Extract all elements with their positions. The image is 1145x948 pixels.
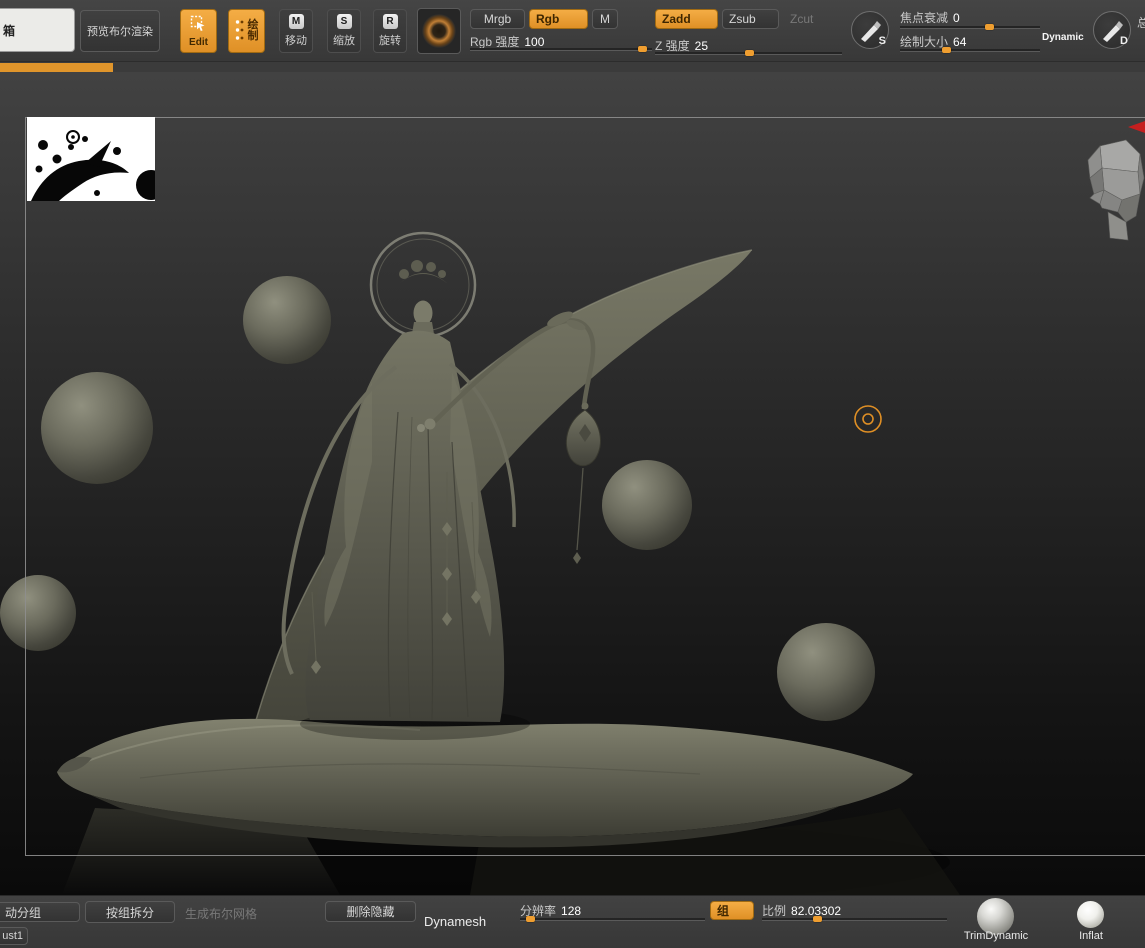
bottom-toolbar: 动分组 ust1 按组拆分 生成布尔网格 删除隐藏 Dynamesh 分辨率 12… [0, 895, 1145, 948]
preview-boolean-render-button[interactable]: 预览布尔渲染 [80, 10, 160, 52]
rotate-mode-button[interactable]: R 旋转 [373, 9, 407, 53]
rotate-icon: R [382, 14, 398, 29]
rgb-intensity-slider[interactable] [470, 46, 652, 53]
trimdynamic-brush-label[interactable]: TrimDynamic [958, 930, 1034, 942]
zcut-toggle-disabled: Zcut [790, 12, 814, 26]
mrgb-toggle[interactable]: Mrgb [470, 9, 525, 29]
z-intensity-slider-handle[interactable] [745, 50, 754, 56]
brush-alpha-ring-icon [422, 14, 456, 48]
zsub-toggle[interactable]: Zsub [722, 9, 779, 29]
move-icon: M [288, 14, 304, 29]
focal-shift-slider[interactable] [900, 24, 1040, 31]
auto-groups-button[interactable]: 动分组 [0, 902, 80, 922]
dynamesh-button[interactable]: Dynamesh [424, 914, 486, 929]
sculpt-scene [0, 72, 1145, 904]
scale-mode-button[interactable]: S 缩放 [327, 9, 361, 53]
draw-mode-button[interactable]: 绘 制 [228, 9, 265, 53]
viewport-canvas[interactable] [0, 72, 1145, 904]
draw-size-slider[interactable] [900, 47, 1040, 54]
ratio-slider[interactable] [762, 916, 947, 923]
draw-dots-icon [235, 18, 244, 45]
top-toolbar: 箱 预览布尔渲染 Edit 绘 制 M 移动 S 缩放 R 旋转 Mrgb Rg… [0, 0, 1145, 62]
inflat-brush-label[interactable]: Inflat [1069, 930, 1113, 942]
delete-hidden-button[interactable]: 删除隐藏 [325, 901, 416, 922]
progress-bar [0, 63, 113, 72]
depth-picker-button[interactable]: D [1093, 11, 1131, 49]
lightbox-button[interactable]: 箱 [0, 8, 75, 52]
red-arrow-marker [1128, 120, 1145, 138]
stroke-picker-button[interactable]: S [851, 11, 889, 49]
alpha-stroke-thumbnail[interactable] [27, 117, 166, 206]
group-toggle[interactable]: 组 [710, 901, 754, 920]
clipped-right-control[interactable]: 总 [1137, 14, 1145, 31]
rgb-intensity-slider-handle[interactable] [638, 46, 647, 52]
current-brush-thumbnail[interactable] [417, 8, 461, 54]
generate-boolean-mesh-disabled: 生成布尔网格 [185, 907, 258, 921]
draw-size-slider-handle[interactable] [942, 47, 951, 53]
move-mode-button[interactable]: M 移动 [279, 9, 313, 53]
dynamic-mode-label[interactable]: Dynamic [1042, 32, 1084, 43]
edit-button[interactable]: Edit [180, 9, 217, 53]
z-intensity-slider[interactable] [655, 50, 842, 57]
focal-shift-slider-handle[interactable] [985, 24, 994, 30]
polymesh-head-thumbnail[interactable] [1082, 138, 1145, 248]
resolution-slider[interactable] [520, 916, 705, 923]
m-toggle[interactable]: M [592, 9, 618, 29]
current-brush-name-clipped[interactable]: ust1 [0, 927, 28, 945]
scale-icon: S [336, 14, 352, 29]
rgb-toggle[interactable]: Rgb [529, 9, 588, 29]
inflat-brush-thumbnail[interactable] [1077, 901, 1104, 928]
edit-pointer-icon [190, 15, 207, 35]
zadd-toggle[interactable]: Zadd [655, 9, 718, 29]
split-by-group-button[interactable]: 按组拆分 [85, 901, 175, 923]
ratio-slider-handle[interactable] [813, 916, 822, 922]
zbrush-window: 箱 预览布尔渲染 Edit 绘 制 M 移动 S 缩放 R 旋转 Mrgb Rg… [0, 0, 1145, 948]
resolution-slider-handle[interactable] [526, 916, 535, 922]
